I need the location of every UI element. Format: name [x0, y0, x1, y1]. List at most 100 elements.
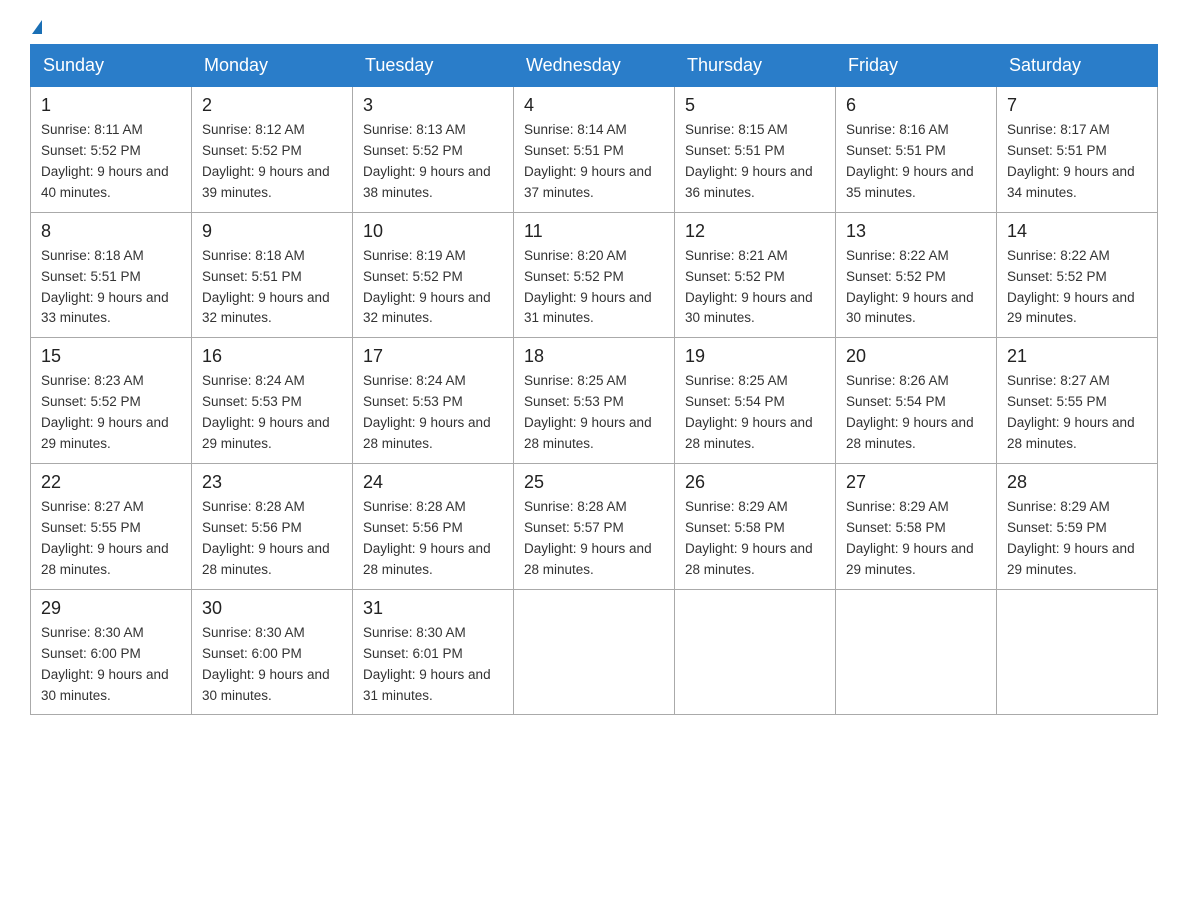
- calendar-cell: 31Sunrise: 8:30 AMSunset: 6:01 PMDayligh…: [353, 589, 514, 715]
- calendar-cell: 15 Sunrise: 8:23 AMSunset: 5:52 PMDayligh…: [31, 338, 192, 464]
- day-number: 8: [41, 221, 181, 242]
- calendar-week-row: 29 Sunrise: 8:30 AMSunset: 6:00 PMDayligh…: [31, 589, 1158, 715]
- day-number: 10: [363, 221, 503, 242]
- calendar-header: SundayMondayTuesdayWednesdayThursdayFrid…: [31, 45, 1158, 87]
- day-number: 16: [202, 346, 342, 367]
- day-number: 2: [202, 95, 342, 116]
- weekday-header-thursday: Thursday: [675, 45, 836, 87]
- day-info: Sunrise: 8:23 AMSunset: 5:52 PMDaylight:…: [41, 371, 181, 455]
- day-info: Sunrise: 8:18 AMSunset: 5:51 PMDaylight:…: [202, 246, 342, 330]
- calendar-cell: 25 Sunrise: 8:28 AMSunset: 5:57 PMDayligh…: [514, 464, 675, 590]
- day-number: 18: [524, 346, 664, 367]
- day-info: Sunrise: 8:24 AMSunset: 5:53 PMDaylight:…: [363, 371, 503, 455]
- day-number: 29: [41, 598, 181, 619]
- day-number: 5: [685, 95, 825, 116]
- day-info: Sunrise: 8:28 AMSunset: 5:56 PMDaylight:…: [202, 497, 342, 581]
- day-number: 9: [202, 221, 342, 242]
- day-info: Sunrise: 8:25 AMSunset: 5:53 PMDaylight:…: [524, 371, 664, 455]
- day-info: Sunrise: 8:27 AMSunset: 5:55 PMDaylight:…: [1007, 371, 1147, 455]
- day-number: 27: [846, 472, 986, 493]
- calendar-cell: [836, 589, 997, 715]
- day-number: 17: [363, 346, 503, 367]
- day-number: 20: [846, 346, 986, 367]
- calendar-cell: 13 Sunrise: 8:22 AMSunset: 5:52 PMDayligh…: [836, 212, 997, 338]
- day-number: 7: [1007, 95, 1147, 116]
- day-number: 11: [524, 221, 664, 242]
- day-number: 15: [41, 346, 181, 367]
- weekday-header-tuesday: Tuesday: [353, 45, 514, 87]
- logo: [30, 20, 42, 34]
- day-info: Sunrise: 8:29 AMSunset: 5:58 PMDaylight:…: [685, 497, 825, 581]
- day-info: Sunrise: 8:17 AMSunset: 5:51 PMDaylight:…: [1007, 120, 1147, 204]
- calendar-cell: 18 Sunrise: 8:25 AMSunset: 5:53 PMDayligh…: [514, 338, 675, 464]
- day-number: 26: [685, 472, 825, 493]
- day-number: 4: [524, 95, 664, 116]
- calendar-cell: 29 Sunrise: 8:30 AMSunset: 6:00 PMDayligh…: [31, 589, 192, 715]
- calendar-cell: 10 Sunrise: 8:19 AMSunset: 5:52 PMDayligh…: [353, 212, 514, 338]
- calendar-cell: 27 Sunrise: 8:29 AMSunset: 5:58 PMDayligh…: [836, 464, 997, 590]
- calendar-cell: 30Sunrise: 8:30 AMSunset: 6:00 PMDayligh…: [192, 589, 353, 715]
- calendar-week-row: 22Sunrise: 8:27 AMSunset: 5:55 PMDayligh…: [31, 464, 1158, 590]
- day-number: 6: [846, 95, 986, 116]
- calendar-cell: 17 Sunrise: 8:24 AMSunset: 5:53 PMDayligh…: [353, 338, 514, 464]
- calendar-cell: 28 Sunrise: 8:29 AMSunset: 5:59 PMDayligh…: [997, 464, 1158, 590]
- day-info: Sunrise: 8:28 AMSunset: 5:57 PMDaylight:…: [524, 497, 664, 581]
- day-info: Sunrise: 8:11 AMSunset: 5:52 PMDaylight:…: [41, 120, 181, 204]
- calendar-week-row: 1Sunrise: 8:11 AMSunset: 5:52 PMDaylight…: [31, 87, 1158, 213]
- calendar-cell: 19 Sunrise: 8:25 AMSunset: 5:54 PMDayligh…: [675, 338, 836, 464]
- weekday-header-friday: Friday: [836, 45, 997, 87]
- calendar-cell: 20Sunrise: 8:26 AMSunset: 5:54 PMDayligh…: [836, 338, 997, 464]
- day-info: Sunrise: 8:16 AMSunset: 5:51 PMDaylight:…: [846, 120, 986, 204]
- calendar-cell: 16 Sunrise: 8:24 AMSunset: 5:53 PMDayligh…: [192, 338, 353, 464]
- calendar-cell: 8 Sunrise: 8:18 AMSunset: 5:51 PMDaylight…: [31, 212, 192, 338]
- day-info: Sunrise: 8:24 AMSunset: 5:53 PMDaylight:…: [202, 371, 342, 455]
- calendar-cell: 6 Sunrise: 8:16 AMSunset: 5:51 PMDaylight…: [836, 87, 997, 213]
- day-number: 21: [1007, 346, 1147, 367]
- day-number: 28: [1007, 472, 1147, 493]
- calendar-cell: 9 Sunrise: 8:18 AMSunset: 5:51 PMDaylight…: [192, 212, 353, 338]
- day-info: Sunrise: 8:13 AMSunset: 5:52 PMDaylight:…: [363, 120, 503, 204]
- day-number: 23: [202, 472, 342, 493]
- logo-triangle-icon: [32, 20, 42, 34]
- calendar-cell: 2 Sunrise: 8:12 AMSunset: 5:52 PMDaylight…: [192, 87, 353, 213]
- calendar-cell: 4 Sunrise: 8:14 AMSunset: 5:51 PMDaylight…: [514, 87, 675, 213]
- day-info: Sunrise: 8:19 AMSunset: 5:52 PMDaylight:…: [363, 246, 503, 330]
- weekday-header-wednesday: Wednesday: [514, 45, 675, 87]
- calendar-cell: 3 Sunrise: 8:13 AMSunset: 5:52 PMDaylight…: [353, 87, 514, 213]
- day-number: 24: [363, 472, 503, 493]
- calendar-cell: 22Sunrise: 8:27 AMSunset: 5:55 PMDayligh…: [31, 464, 192, 590]
- day-number: 25: [524, 472, 664, 493]
- day-info: Sunrise: 8:30 AMSunset: 6:01 PMDaylight:…: [363, 623, 503, 707]
- calendar-cell: 26 Sunrise: 8:29 AMSunset: 5:58 PMDayligh…: [675, 464, 836, 590]
- day-number: 13: [846, 221, 986, 242]
- weekday-header-sunday: Sunday: [31, 45, 192, 87]
- day-info: Sunrise: 8:15 AMSunset: 5:51 PMDaylight:…: [685, 120, 825, 204]
- day-info: Sunrise: 8:12 AMSunset: 5:52 PMDaylight:…: [202, 120, 342, 204]
- day-info: Sunrise: 8:22 AMSunset: 5:52 PMDaylight:…: [1007, 246, 1147, 330]
- day-info: Sunrise: 8:20 AMSunset: 5:52 PMDaylight:…: [524, 246, 664, 330]
- day-info: Sunrise: 8:22 AMSunset: 5:52 PMDaylight:…: [846, 246, 986, 330]
- calendar-cell: 12Sunrise: 8:21 AMSunset: 5:52 PMDayligh…: [675, 212, 836, 338]
- day-info: Sunrise: 8:18 AMSunset: 5:51 PMDaylight:…: [41, 246, 181, 330]
- day-info: Sunrise: 8:29 AMSunset: 5:58 PMDaylight:…: [846, 497, 986, 581]
- calendar-cell: [997, 589, 1158, 715]
- calendar-cell: 23 Sunrise: 8:28 AMSunset: 5:56 PMDayligh…: [192, 464, 353, 590]
- day-number: 3: [363, 95, 503, 116]
- calendar-cell: [514, 589, 675, 715]
- calendar-cell: 24Sunrise: 8:28 AMSunset: 5:56 PMDayligh…: [353, 464, 514, 590]
- day-info: Sunrise: 8:29 AMSunset: 5:59 PMDaylight:…: [1007, 497, 1147, 581]
- calendar-cell: [675, 589, 836, 715]
- calendar-table: SundayMondayTuesdayWednesdayThursdayFrid…: [30, 44, 1158, 715]
- day-info: Sunrise: 8:14 AMSunset: 5:51 PMDaylight:…: [524, 120, 664, 204]
- day-info: Sunrise: 8:30 AMSunset: 6:00 PMDaylight:…: [41, 623, 181, 707]
- calendar-cell: 5 Sunrise: 8:15 AMSunset: 5:51 PMDaylight…: [675, 87, 836, 213]
- calendar-cell: 11 Sunrise: 8:20 AMSunset: 5:52 PMDayligh…: [514, 212, 675, 338]
- day-info: Sunrise: 8:27 AMSunset: 5:55 PMDaylight:…: [41, 497, 181, 581]
- day-number: 14: [1007, 221, 1147, 242]
- weekday-header-saturday: Saturday: [997, 45, 1158, 87]
- calendar-week-row: 15 Sunrise: 8:23 AMSunset: 5:52 PMDayligh…: [31, 338, 1158, 464]
- calendar-cell: 14 Sunrise: 8:22 AMSunset: 5:52 PMDayligh…: [997, 212, 1158, 338]
- day-info: Sunrise: 8:21 AMSunset: 5:52 PMDaylight:…: [685, 246, 825, 330]
- day-number: 19: [685, 346, 825, 367]
- day-info: Sunrise: 8:25 AMSunset: 5:54 PMDaylight:…: [685, 371, 825, 455]
